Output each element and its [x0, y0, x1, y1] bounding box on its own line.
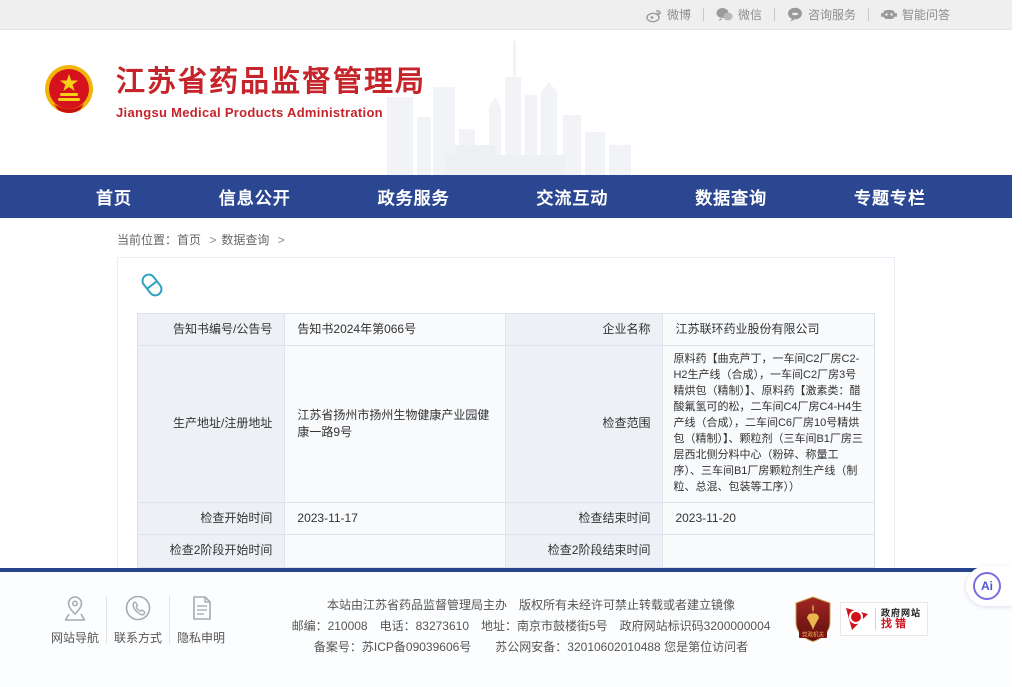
stage2-end-value [663, 535, 875, 567]
consult-chat-icon [787, 7, 803, 22]
company-label: 企业名称 [506, 314, 663, 346]
weibo-link[interactable]: 微博 [646, 6, 691, 23]
scope-value: 原料药【曲克芦丁，一车间C2厂房C2-H2生产线（合成），一车间C2厂房3号精烘… [663, 346, 875, 502]
shield-badge-label: 党政机关 [802, 631, 825, 639]
table-row: 告知书编号/公告号 告知书2024年第066号 企业名称 江苏联环药业股份有限公… [138, 314, 875, 346]
top-utility-bar: 微博 微信 咨询服务 智能问答 [0, 0, 1012, 30]
brand-text: 江苏省药品监督管理局 Jiangsu Medical Products Admi… [116, 58, 426, 120]
breadcrumb-section-link[interactable]: 数据查询 [221, 233, 269, 247]
site-map-icon [61, 594, 89, 622]
stage2-start-value [285, 535, 506, 567]
ai-assistant-button[interactable]: Ai [966, 566, 1012, 606]
nav-item-interaction[interactable]: 交流互动 [536, 184, 608, 209]
weibo-icon [646, 7, 662, 23]
logo-link[interactable]: 江苏省药品监督管理局 Jiangsu Medical Products Admi… [44, 58, 426, 120]
nav-item-home[interactable]: 首页 [96, 184, 132, 209]
privacy-label: 隐私申明 [177, 629, 225, 646]
stage2-start-label: 检查2阶段开始时间 [138, 535, 285, 567]
table-row: 检查2阶段开始时间 检查2阶段结束时间 [138, 535, 875, 567]
consult-service-link[interactable]: 咨询服务 [787, 6, 856, 23]
gov-agency-shield-badge[interactable]: 党政机关 [794, 596, 832, 642]
breadcrumb-separator: > [278, 233, 285, 247]
robot-qa-icon [881, 7, 897, 22]
breadcrumb: 当前位置：首页 > 数据查询 > [0, 218, 1012, 257]
topbar-divider [703, 8, 704, 21]
breadcrumb-prefix: 当前位置： [117, 233, 177, 247]
pill-icon [139, 272, 165, 298]
nav-item-info-disclosure[interactable]: 信息公开 [219, 184, 291, 209]
site-map-label: 网站导航 [51, 629, 99, 646]
scope-label: 检查范围 [506, 346, 663, 502]
address-label: 生产地址/注册地址 [138, 346, 285, 502]
end-time-label: 检查结束时间 [506, 502, 663, 534]
breadcrumb-separator: > [209, 233, 216, 247]
weibo-label: 微博 [667, 6, 691, 23]
footer-info-text: 本站由江苏省药品监督管理局主办 版权所有未经许可禁止转载或者建立镜像 邮编：21… [278, 595, 784, 658]
phone-icon [124, 594, 152, 622]
topbar-divider [868, 8, 869, 21]
site-title: 江苏省药品监督管理局 [116, 58, 426, 100]
site-header: 江苏省药品监督管理局 Jiangsu Medical Products Admi… [0, 30, 1012, 175]
table-row: 生产地址/注册地址 江苏省扬州市扬州生物健康产业园健康一路9号 检查范围 原料药… [138, 346, 875, 502]
contact-link[interactable]: 联系方式 [107, 594, 169, 646]
nav-item-gov-services[interactable]: 政务服务 [378, 184, 450, 209]
page: 微博 微信 咨询服务 智能问答 [0, 0, 1012, 687]
nav-item-special-topics[interactable]: 专题专栏 [854, 184, 926, 209]
start-time-label: 检查开始时间 [138, 502, 285, 534]
privacy-doc-icon [188, 594, 214, 622]
address-value: 江苏省扬州市扬州生物健康产业园健康一路9号 [285, 346, 506, 502]
wechat-label: 微信 [738, 6, 762, 23]
footer-line-1: 本站由江苏省药品监督管理局主办 版权所有未经许可禁止转载或者建立镜像 [278, 595, 784, 616]
national-emblem-logo [44, 64, 94, 114]
smart-qa-link[interactable]: 智能问答 [881, 6, 950, 23]
footer-line-3: 备案号：苏ICP备09039606号 苏公网安备：32010602010488 … [278, 637, 784, 658]
footer-quick-links: 网站导航 联系方式 隐私申明 [44, 594, 232, 646]
footer-badges: 党政机关 政府网站 找错 [794, 596, 928, 642]
breadcrumb-home-link[interactable]: 首页 [177, 233, 201, 247]
wechat-link[interactable]: 微信 [716, 6, 762, 23]
topbar-divider [774, 8, 775, 21]
nav-item-data-query[interactable]: 数据查询 [695, 184, 767, 209]
error-badge-text: 政府网站 找错 [875, 608, 921, 631]
footer-line-2: 邮编：210008 电话：83273610 地址：南京市鼓楼街5号 政府网站标识… [278, 616, 784, 637]
error-badge-top-label: 政府网站 [881, 608, 921, 618]
company-value: 江苏联环药业股份有限公司 [663, 314, 875, 346]
smart-qa-label: 智能问答 [902, 6, 950, 23]
main-nav: 首页 信息公开 政务服务 交流互动 数据查询 专题专栏 [0, 175, 1012, 218]
gov-site-error-report-badge[interactable]: 政府网站 找错 [840, 602, 928, 636]
notice-no-label: 告知书编号/公告号 [138, 314, 285, 346]
end-time-value: 2023-11-20 [663, 502, 875, 534]
start-time-value: 2023-11-17 [285, 502, 506, 534]
site-map-link[interactable]: 网站导航 [44, 594, 106, 646]
table-row: 检查开始时间 2023-11-17 检查结束时间 2023-11-20 [138, 502, 875, 534]
site-footer: 网站导航 联系方式 隐私申明 本站由江苏省药品监督管理局主办 版权所有未经许可禁… [0, 572, 1012, 687]
scrollbar-gutter[interactable] [1012, 0, 1022, 687]
consult-service-label: 咨询服务 [808, 6, 856, 23]
site-subtitle: Jiangsu Medical Products Administration [116, 105, 426, 120]
privacy-link[interactable]: 隐私申明 [170, 594, 232, 646]
error-report-magnifier-icon [843, 605, 871, 633]
contact-label: 联系方式 [114, 629, 162, 646]
error-badge-bottom-label: 找错 [881, 618, 921, 631]
wechat-icon [716, 7, 733, 22]
stage2-end-label: 检查2阶段结束时间 [506, 535, 663, 567]
notice-no-value: 告知书2024年第066号 [285, 314, 506, 346]
ai-assistant-label: Ai [973, 572, 1001, 600]
